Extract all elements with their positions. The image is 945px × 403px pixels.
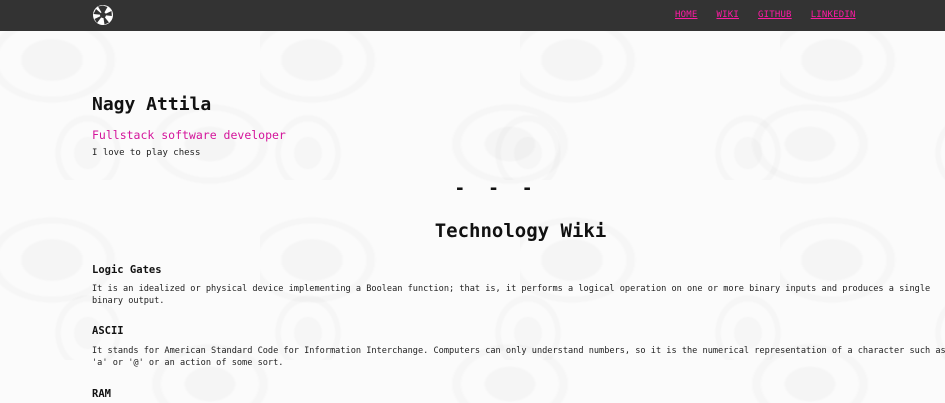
nav-github-link[interactable]: GITHUB	[758, 10, 792, 20]
nav-linkedin-link[interactable]: LINKEDIN	[811, 10, 856, 20]
wiki-entry-body-logic-gates: It is an idealized or physical device im…	[92, 284, 931, 306]
profile-name: Nagy Attila	[92, 94, 212, 115]
top-navbar: HOME WIKI GITHUB LINKEDIN	[0, 0, 945, 31]
wiki-entry-title-ascii: ASCII	[92, 325, 124, 337]
section-separator: - - -	[454, 178, 539, 199]
nav-home-link[interactable]: HOME	[675, 10, 697, 20]
wiki-entry-body-ascii: It stands for American Standard Code for…	[92, 346, 945, 368]
profile-subtitle: Fullstack software developer	[92, 128, 286, 142]
nav-links: HOME WIKI GITHUB LINKEDIN	[675, 10, 875, 20]
aperture-icon[interactable]	[92, 4, 114, 26]
nav-wiki-link[interactable]: WIKI	[716, 10, 738, 20]
wiki-title: Technology Wiki	[434, 220, 607, 242]
profile-tagline: I love to play chess	[92, 148, 201, 158]
wiki-entry-title-logic-gates: Logic Gates	[92, 264, 162, 276]
wiki-entry-title-ram: RAM	[92, 388, 111, 400]
